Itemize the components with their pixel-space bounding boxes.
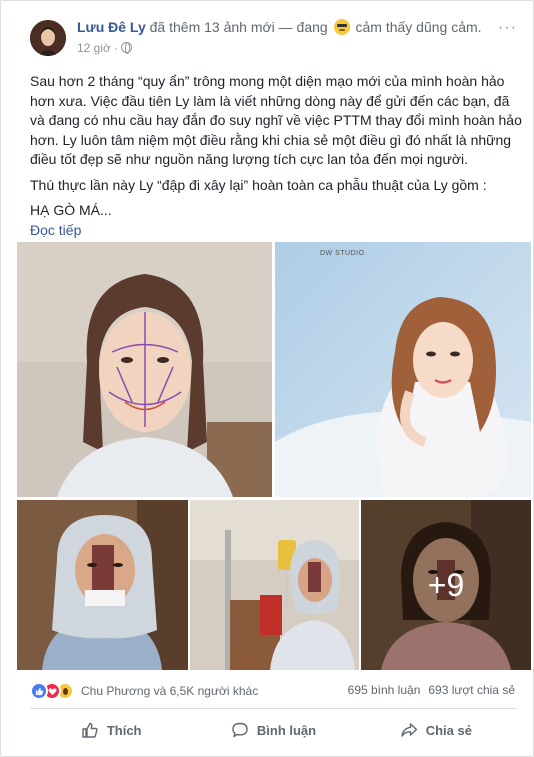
- post-body: Sau hơn 2 tháng “quy ẩn” trông mong một …: [30, 72, 522, 240]
- post-paragraph-3: HẠ GÒ MÁ...: [30, 202, 112, 218]
- comment-count[interactable]: 695 bình luận: [348, 683, 421, 697]
- more-photos-overlay[interactable]: +9: [361, 500, 531, 670]
- post-paragraph-1: Sau hơn 2 tháng “quy ẩn” trông mong một …: [30, 73, 522, 167]
- post-action-text: đã thêm 13 ảnh mới — đang: [149, 19, 328, 35]
- actions-divider: [30, 708, 517, 709]
- author-name[interactable]: Lưu Đê Ly: [77, 19, 146, 35]
- cool-emoji-icon: [333, 19, 350, 35]
- avatar-image: [30, 20, 66, 56]
- reaction-summary[interactable]: Chu Phương và 6,5K người khác: [30, 681, 258, 701]
- post-meta: 12 giờ ·: [77, 41, 132, 55]
- post-photo-1[interactable]: [17, 242, 272, 497]
- share-button[interactable]: Chia sẻ: [355, 713, 517, 747]
- comment-button[interactable]: Bình luận: [192, 713, 354, 747]
- share-icon: [400, 723, 417, 737]
- share-count[interactable]: 693 lượt chia sẻ: [428, 683, 515, 697]
- reaction-names[interactable]: Chu Phương và 6,5K người khác: [81, 684, 258, 698]
- post-photo-5[interactable]: +9: [361, 500, 531, 670]
- comment-button-label: Bình luận: [256, 722, 317, 738]
- post-options-icon[interactable]: ···: [498, 19, 517, 37]
- engagement-counts: 695 bình luận 693 lượt chia sẻ: [348, 683, 515, 697]
- post-header: Lưu Đê Ly đã thêm 13 ảnh mới — đang cảm …: [77, 19, 482, 35]
- post-photo-4[interactable]: [190, 500, 359, 670]
- see-more-link[interactable]: Đọc tiếp: [30, 221, 522, 241]
- bandaged-face-photo: [17, 500, 188, 670]
- like-reaction-icon: [30, 682, 48, 700]
- share-button-label: Chia sẻ: [425, 722, 472, 738]
- comment-icon: [232, 722, 248, 738]
- globe-icon[interactable]: [120, 42, 132, 54]
- hospital-selfie-photo: [190, 500, 359, 670]
- author-avatar[interactable]: [30, 20, 66, 56]
- facebook-post: Lưu Đê Ly đã thêm 13 ảnh mới — đang cảm …: [0, 0, 534, 757]
- like-button[interactable]: Thích: [30, 713, 192, 747]
- studio-portrait-photo: [275, 242, 531, 497]
- studio-watermark: DW STUDIO: [320, 250, 365, 257]
- thumbs-up-icon: [82, 722, 98, 738]
- like-button-label: Thích: [106, 722, 142, 738]
- post-photo-3[interactable]: [17, 500, 188, 670]
- post-photo-2[interactable]: DW STUDIO: [275, 242, 531, 497]
- post-actions: Thích Bình luận Chia sẻ: [30, 713, 517, 747]
- post-timestamp[interactable]: 12 giờ: [77, 41, 111, 55]
- feeling-text: cảm thấy dũng cảm.: [355, 19, 482, 35]
- marked-face-photo: [17, 242, 272, 497]
- post-paragraph-2: Thú thực lần này Ly “đập đi xây lại” hoà…: [30, 176, 487, 193]
